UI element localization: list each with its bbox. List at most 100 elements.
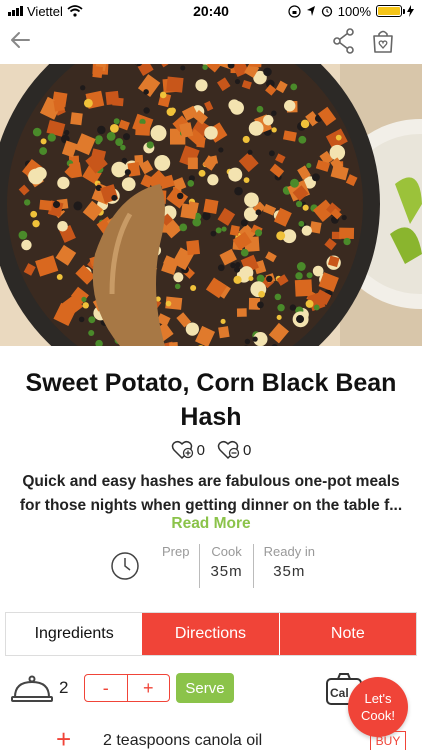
corn-kernel [258,290,265,298]
herb-leaf [23,199,31,206]
share-icon[interactable] [332,28,356,54]
onion-piece [111,161,127,178]
black-bean [217,264,225,272]
onion-piece [173,272,184,283]
sweet-potato-piece [112,97,124,107]
corn-kernel [166,107,175,117]
onion-piece [154,155,171,171]
black-bean [218,147,224,153]
herb-leaf [146,141,154,149]
clock-icon [111,552,139,580]
lock-rotation-icon [288,4,301,18]
calc-label: Cal [330,686,349,700]
sweet-potato-piece [168,342,179,346]
herb-leaf [115,138,124,147]
read-more-link[interactable]: Read More [0,515,422,533]
onion-piece [230,101,244,115]
sweet-potato-piece [229,224,240,237]
recipe-title: Sweet Potato, Corn Black Bean Hash [25,369,397,431]
decrease-servings-button[interactable]: - [85,675,127,701]
tab-ingredients[interactable]: Ingredients [6,613,143,655]
herb-leaf [215,227,222,234]
serving-stepper: - + [84,674,170,702]
cook-time: Cook 35m [200,544,252,588]
sweet-potato-piece [70,112,83,126]
black-bean [235,261,241,268]
location-icon [306,6,315,16]
corn-kernel [83,98,93,108]
onion-piece [185,322,199,336]
corn-kernel [30,210,38,218]
tab-note[interactable]: Note [278,613,416,655]
tab-directions[interactable]: Directions [142,613,279,655]
herb-leaf [88,316,96,324]
onion-piece [283,100,296,112]
sweet-potato-piece [92,65,103,79]
black-bean [268,150,275,157]
increase-servings-button[interactable]: + [128,675,170,701]
status-bar: Viettel 20:40 100% [0,0,422,22]
corn-kernel [276,231,286,241]
black-bean [240,219,248,227]
herb-leaf [298,220,305,227]
black-bean [80,85,86,91]
herb-leaf [179,223,188,232]
black-bean [257,301,264,309]
corn-kernel [302,204,309,211]
black-bean [202,211,211,221]
herb-leaf [192,217,202,227]
black-bean [73,201,83,211]
black-bean [247,149,253,155]
corn-kernel [198,169,206,177]
herb-leaf [256,105,264,113]
black-bean [244,338,251,345]
herb-leaf [88,329,95,337]
dislike-count: 0 [243,441,252,459]
signal-icon [8,6,23,16]
like-count: 0 [196,441,205,459]
onion-piece [204,126,218,140]
black-bean [52,200,61,209]
add-ingredient-icon[interactable]: + [56,724,71,750]
charging-icon [407,5,414,17]
sweet-potato-piece [180,203,198,220]
sweet-potato-piece [218,326,230,339]
corn-kernel [220,318,226,325]
sweet-potato-piece [187,157,198,170]
onion-piece [150,125,167,142]
herb-leaf [254,229,263,237]
ready-time: Ready in 35m [254,544,325,588]
herb-leaf [113,118,120,125]
black-bean [252,336,258,342]
shopping-bag-icon[interactable] [370,28,396,54]
black-bean [111,194,118,201]
corn-kernel [56,274,63,280]
sweet-potato-piece [236,308,247,317]
corn-kernel [40,138,47,145]
back-arrow-icon[interactable] [8,28,32,52]
corn-kernel [335,134,342,141]
black-bean [230,262,236,269]
serve-button[interactable]: Serve [176,673,234,703]
like-button[interactable]: 0 [171,440,205,460]
black-bean [271,110,277,116]
herb-leaf [187,180,195,187]
buy-button[interactable]: BUY [370,731,406,750]
black-bean [176,192,184,200]
cook-label: Cook [211,544,242,559]
corn-kernel [305,299,314,308]
serving-count: 2 [59,678,69,697]
onion-piece [121,177,136,192]
onion-piece [21,239,32,251]
black-bean [234,186,243,196]
herb-leaf [221,226,227,232]
herb-leaf [18,230,28,240]
dislike-button[interactable]: 0 [217,440,251,460]
ready-label: Ready in [263,544,315,559]
black-bean [311,173,320,182]
onion-piece [244,192,259,208]
black-bean [143,107,150,114]
herb-leaf [295,200,303,208]
recipe-tabs: Ingredients Directions Note [5,612,417,656]
sweet-potato-piece [203,198,219,214]
